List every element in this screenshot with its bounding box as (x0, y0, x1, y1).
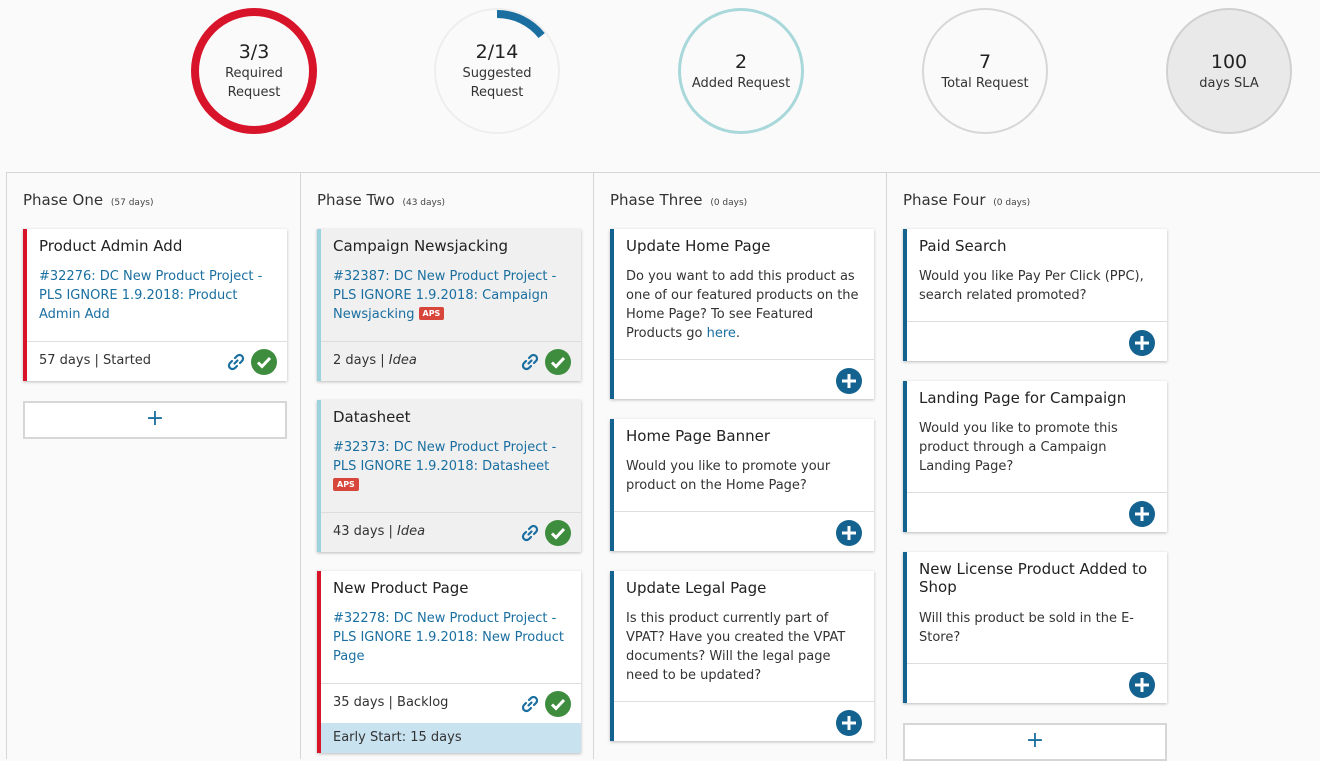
card-task-link[interactable]: #32278: DC New Product Project - PLS IGN… (333, 609, 571, 666)
card-title: Product Admin Add (39, 237, 183, 255)
card-title: Home Page Banner (626, 427, 771, 445)
phase-three-title: Phase Three (0 days) (610, 191, 748, 209)
suggestion-card-landing-page[interactable]: Landing Page for Campaign Would you like… (903, 381, 1167, 532)
card-title: New Product Page (333, 579, 469, 597)
phase-board: Phase One (57 days) Product Admin Add #3… (6, 172, 1320, 761)
card-status: 57 days | Started (39, 353, 152, 368)
suggested-request-stat: 2/14 Suggested Request (434, 8, 560, 134)
card-description: Do you want to add this product as one o… (626, 269, 859, 341)
required-label-1: Required (225, 66, 283, 81)
card-title: Update Legal Page (626, 579, 767, 597)
task-card-new-product-page[interactable]: New Product Page #32278: DC New Product … (317, 571, 581, 753)
card-description: Is this product currently part of VPAT? … (626, 611, 846, 683)
card-title: Datasheet (333, 408, 411, 426)
required-request-stat: 3/3 Required Request (191, 8, 317, 134)
card-title: Landing Page for Campaign (919, 389, 1127, 407)
card-footer: 35 days | Backlog (321, 683, 581, 723)
card-title: Campaign Newsjacking (333, 237, 508, 255)
suggestion-card-home-page-banner[interactable]: Home Page Banner Would you like to promo… (610, 419, 874, 551)
card-footer (614, 359, 874, 399)
card-footer (907, 321, 1167, 361)
add-circle-icon[interactable] (1129, 501, 1155, 527)
phase-one-column: Phase One (57 days) Product Admin Add #3… (6, 173, 300, 759)
suggested-progress-ring (436, 10, 558, 132)
link-icon[interactable] (521, 695, 539, 713)
aps-badge: APS (418, 307, 445, 320)
phase-one-title: Phase One (57 days) (23, 191, 154, 209)
sla-days: 100 (1210, 50, 1248, 73)
card-description: Would you like to promote your product o… (626, 459, 831, 493)
phase-four-column: Phase Four (0 days) Paid Search Would yo… (886, 173, 1320, 761)
card-title: Paid Search (919, 237, 1007, 255)
task-card-datasheet[interactable]: Datasheet #32373: DC New Product Project… (317, 400, 581, 552)
added-count: 2 (734, 50, 748, 73)
aps-badge: APS (333, 478, 359, 491)
task-card-product-admin-add[interactable]: Product Admin Add #32276: DC New Product… (23, 229, 287, 381)
card-description: Would you like to promote this product t… (919, 421, 1118, 474)
link-icon[interactable] (521, 353, 539, 371)
add-circle-icon[interactable] (836, 710, 862, 736)
total-count: 7 (978, 50, 992, 73)
card-footer (614, 511, 874, 551)
card-task-link[interactable]: #32373: DC New Product Project - PLS IGN… (333, 438, 571, 495)
added-request-stat: 2 Added Request (678, 8, 804, 134)
card-status: 35 days | Backlog (333, 695, 449, 710)
sla-stat: 100 days SLA (1166, 8, 1292, 134)
phase-two-title: Phase Two (43 days) (317, 191, 446, 209)
card-footer (907, 492, 1167, 532)
card-description: Will this product be sold in the E-Store… (919, 611, 1134, 645)
required-label-2: Request (227, 85, 281, 100)
card-footer: 57 days | Started (27, 341, 287, 381)
card-status: 43 days | Idea (333, 524, 426, 539)
card-footer (614, 701, 874, 741)
suggestion-card-update-legal-page[interactable]: Update Legal Page Is this product curren… (610, 571, 874, 741)
card-title: New License Product Added to Shop (919, 560, 1148, 596)
card-status: 2 days | Idea (333, 353, 417, 368)
suggestion-card-update-home-page[interactable]: Update Home Page Do you want to add this… (610, 229, 874, 399)
add-circle-icon[interactable] (836, 520, 862, 546)
card-task-link[interactable]: #32387: DC New Product Project - PLS IGN… (333, 267, 571, 324)
card-footer (907, 663, 1167, 703)
task-card-campaign-newsjacking[interactable]: Campaign Newsjacking #32387: DC New Prod… (317, 229, 581, 381)
sla-label: days SLA (1199, 75, 1259, 91)
card-task-link[interactable]: #32276: DC New Product Project - PLS IGN… (39, 267, 277, 324)
add-card-button[interactable]: + (23, 401, 287, 439)
featured-products-link[interactable]: here (707, 326, 736, 341)
card-footer: 2 days | Idea (321, 341, 581, 381)
card-title: Update Home Page (626, 237, 771, 255)
suggestion-card-paid-search[interactable]: Paid Search Would you like Pay Per Click… (903, 229, 1167, 361)
add-card-button[interactable]: + (903, 723, 1167, 761)
card-footer: 43 days | Idea (321, 512, 581, 552)
check-icon[interactable] (545, 520, 571, 546)
phase-four-title: Phase Four (0 days) (903, 191, 1031, 209)
check-icon[interactable] (545, 349, 571, 375)
total-label: Total Request (941, 75, 1029, 91)
link-icon[interactable] (521, 524, 539, 542)
link-icon[interactable] (227, 353, 245, 371)
added-label: Added Request (691, 75, 791, 91)
phase-three-column: Phase Three (0 days) Update Home Page Do… (593, 173, 886, 759)
card-description: Would you like Pay Per Click (PPC), sear… (919, 269, 1144, 303)
required-count: 3/3 (238, 41, 270, 63)
phase-two-column: Phase Two (43 days) Campaign Newsjacking… (300, 173, 593, 759)
suggestion-card-new-license-product[interactable]: New License Product Added to Shop Will t… (903, 552, 1167, 703)
add-circle-icon[interactable] (1129, 672, 1155, 698)
early-start-banner: Early Start: 15 days (321, 723, 581, 753)
check-icon[interactable] (251, 349, 277, 375)
add-circle-icon[interactable] (1129, 330, 1155, 356)
add-circle-icon[interactable] (836, 368, 862, 394)
check-icon[interactable] (545, 691, 571, 717)
stats-bar: 3/3 Required Request 2/14 Suggested Requ… (0, 0, 1320, 172)
total-request-stat: 7 Total Request (922, 8, 1048, 134)
